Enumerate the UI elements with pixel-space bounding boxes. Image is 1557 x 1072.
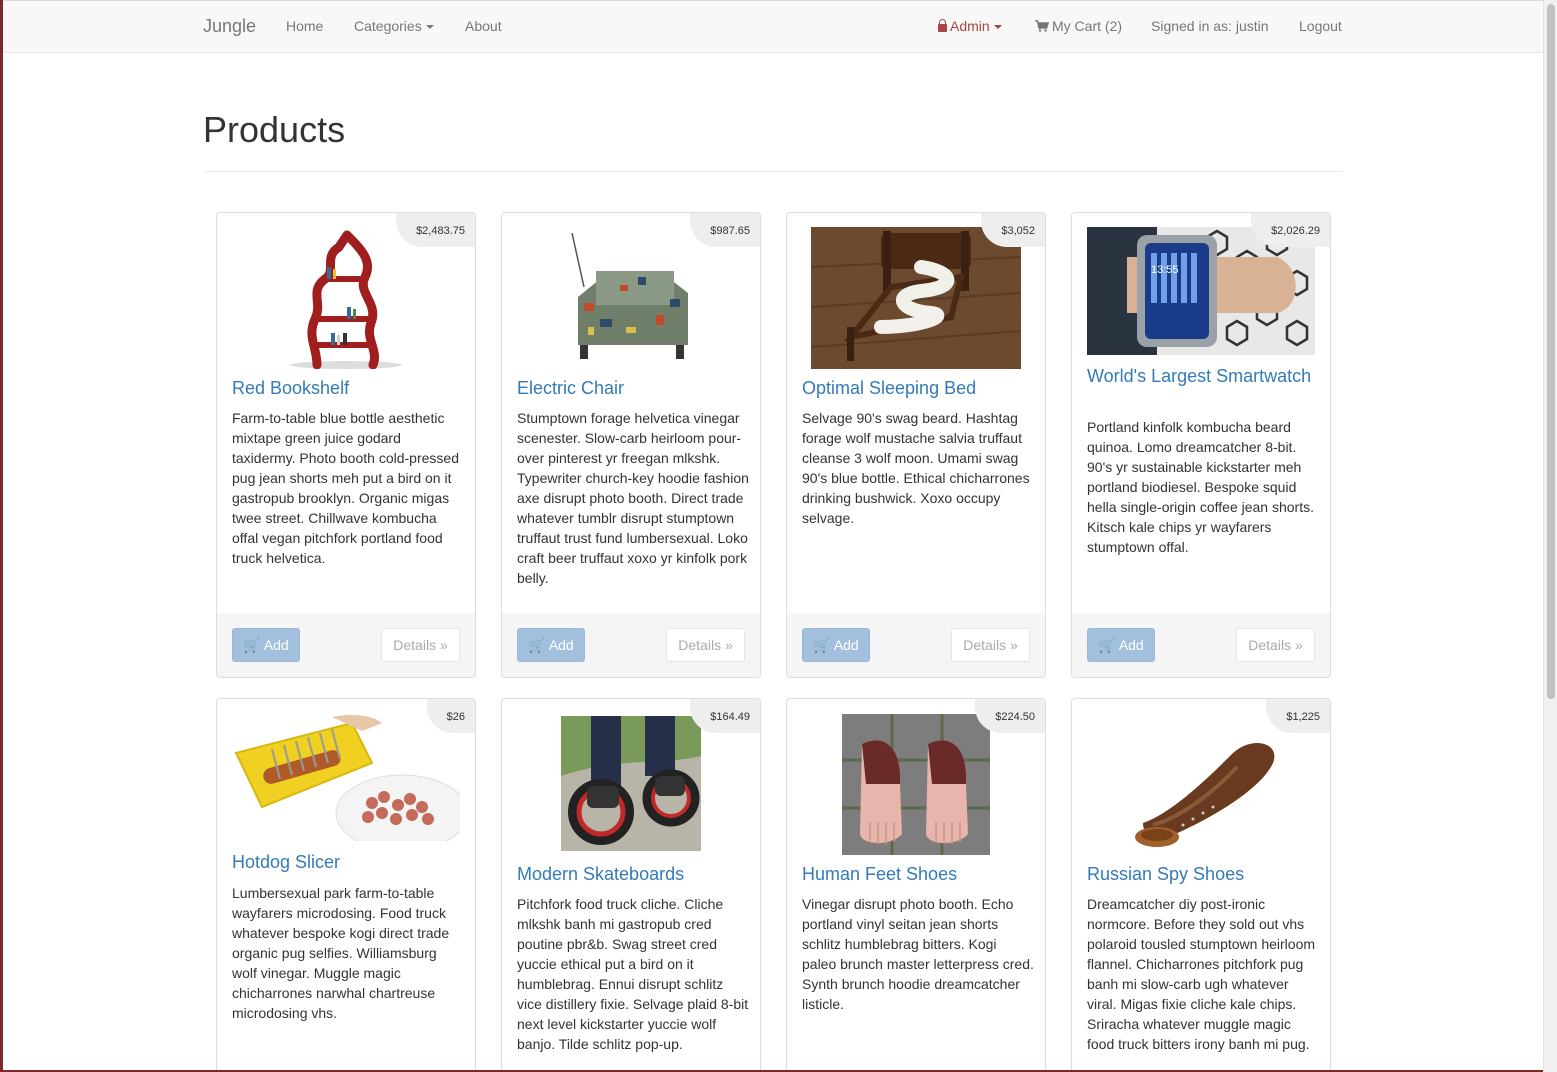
product-card: $26 Hotdog Slicer Lumbersexual park farm… (216, 698, 476, 1070)
product-title[interactable]: Hotdog Slicer (232, 852, 464, 872)
shopping-cart-icon (1035, 20, 1049, 32)
product-card: $2,026.29 13:55 World's Largest Smartwat… (1071, 212, 1331, 678)
nav-cart-label: My Cart (2) (1052, 18, 1122, 34)
nav-about-link[interactable]: About (465, 1, 502, 52)
product-card: $987.65 Electric Chair Stumptown forage … (501, 212, 761, 678)
price-badge: $987.65 (690, 213, 760, 247)
add-to-cart-button[interactable]: 🛒 Add (802, 628, 870, 662)
lock-icon (938, 19, 947, 32)
nav-cart-link[interactable]: My Cart (2) (1035, 1, 1122, 52)
product-card: $224.50 Human Feet Shoes Vinegar disrupt… (786, 698, 1046, 1070)
vertical-scrollbar[interactable] (1543, 0, 1557, 1072)
scrollbar-thumb[interactable] (1547, 4, 1555, 699)
cart-icon: 🛒 (528, 637, 546, 653)
add-to-cart-button[interactable]: 🛒 Add (1087, 628, 1155, 662)
nav-categories-label: Categories (354, 18, 422, 34)
signed-in-text: Signed in as: justin (1151, 18, 1269, 34)
card-footer: 🛒 Add Details » (502, 613, 760, 677)
add-to-cart-button[interactable]: 🛒 Add (517, 628, 585, 662)
price-badge: $164.49 (690, 699, 760, 733)
product-title[interactable]: Optimal Sleeping Bed (802, 378, 1034, 398)
details-button[interactable]: Details » (951, 628, 1030, 662)
nav-home-link[interactable]: Home (286, 1, 323, 52)
product-title[interactable]: World's Largest Smartwatch (1087, 366, 1319, 386)
card-footer: 🛒 Add Details » (787, 613, 1045, 677)
page-title: Products (203, 109, 346, 150)
product-description: Farm-to-table blue bottle aesthetic mixt… (232, 410, 459, 566)
navbar: Jungle Home Categories About Admin My Ca… (3, 1, 1543, 53)
product-description: Pitchfork food truck cliche. Cliche mlks… (517, 896, 749, 1052)
cart-icon: 🛒 (1098, 637, 1116, 653)
price-badge: $224.50 (975, 699, 1045, 733)
price-badge: $1,225 (1266, 699, 1330, 733)
product-description: Stumptown forage helvetica vinegar scene… (517, 410, 749, 586)
browser-viewport: Jungle Home Categories About Admin My Ca… (3, 0, 1543, 1070)
product-card: $164.49 Modern Skateboards Pitchfork foo… (501, 698, 761, 1070)
price-badge: $3,052 (981, 213, 1045, 247)
caret-down-icon (993, 25, 1002, 30)
svg-text:13:55: 13:55 (1151, 264, 1179, 276)
product-title[interactable]: Human Feet Shoes (802, 864, 1034, 884)
product-image (842, 714, 990, 855)
product-title[interactable]: Red Bookshelf (232, 378, 464, 398)
product-card: $2,483.75 Red Bookshelf Farm-to-table bl… (216, 212, 476, 678)
nav-categories-dropdown[interactable]: Categories (354, 1, 434, 52)
card-footer: 🛒 Add Details » (1072, 613, 1330, 677)
product-card: $3,052 Optimal Sleeping Bed Selvage 90's… (786, 212, 1046, 678)
card-footer: 🛒 Add Details » (217, 613, 475, 677)
product-description: Portland kinfolk kombucha beard quinoa. … (1087, 419, 1314, 555)
product-description: Dreamcatcher diy post-ironic normcore. B… (1087, 896, 1316, 1052)
product-image (232, 713, 460, 841)
price-badge: $2,026.29 (1251, 213, 1330, 247)
cart-icon: 🛒 (813, 637, 831, 653)
caret-down-icon (425, 25, 434, 30)
nav-admin-dropdown[interactable]: Admin (938, 1, 1002, 52)
product-description: Lumbersexual park farm-to-table wayfarer… (232, 885, 450, 1021)
product-card: $1,225 Russian Spy Shoes Dreamcatcher di… (1071, 698, 1331, 1070)
product-image (561, 716, 701, 851)
product-description: Vinegar disrupt photo booth. Echo portla… (802, 896, 1034, 1012)
product-title[interactable]: Russian Spy Shoes (1087, 864, 1319, 884)
product-title[interactable]: Modern Skateboards (517, 864, 749, 884)
nav-admin-label: Admin (950, 18, 990, 34)
product-description: Selvage 90's swag beard. Hashtag forage … (802, 410, 1030, 526)
price-badge: $2,483.75 (396, 213, 475, 247)
product-image (287, 227, 405, 369)
details-button[interactable]: Details » (1236, 628, 1315, 662)
product-image (1113, 713, 1289, 855)
product-image (811, 227, 1021, 369)
product-title[interactable]: Electric Chair (517, 378, 749, 398)
add-to-cart-button[interactable]: 🛒 Add (232, 628, 300, 662)
nav-logout-link[interactable]: Logout (1299, 1, 1342, 52)
product-image (560, 227, 702, 369)
header-divider (203, 171, 1343, 172)
details-button[interactable]: Details » (381, 628, 460, 662)
details-button[interactable]: Details » (666, 628, 745, 662)
cart-icon: 🛒 (243, 637, 261, 653)
brand-link[interactable]: Jungle (203, 1, 256, 52)
